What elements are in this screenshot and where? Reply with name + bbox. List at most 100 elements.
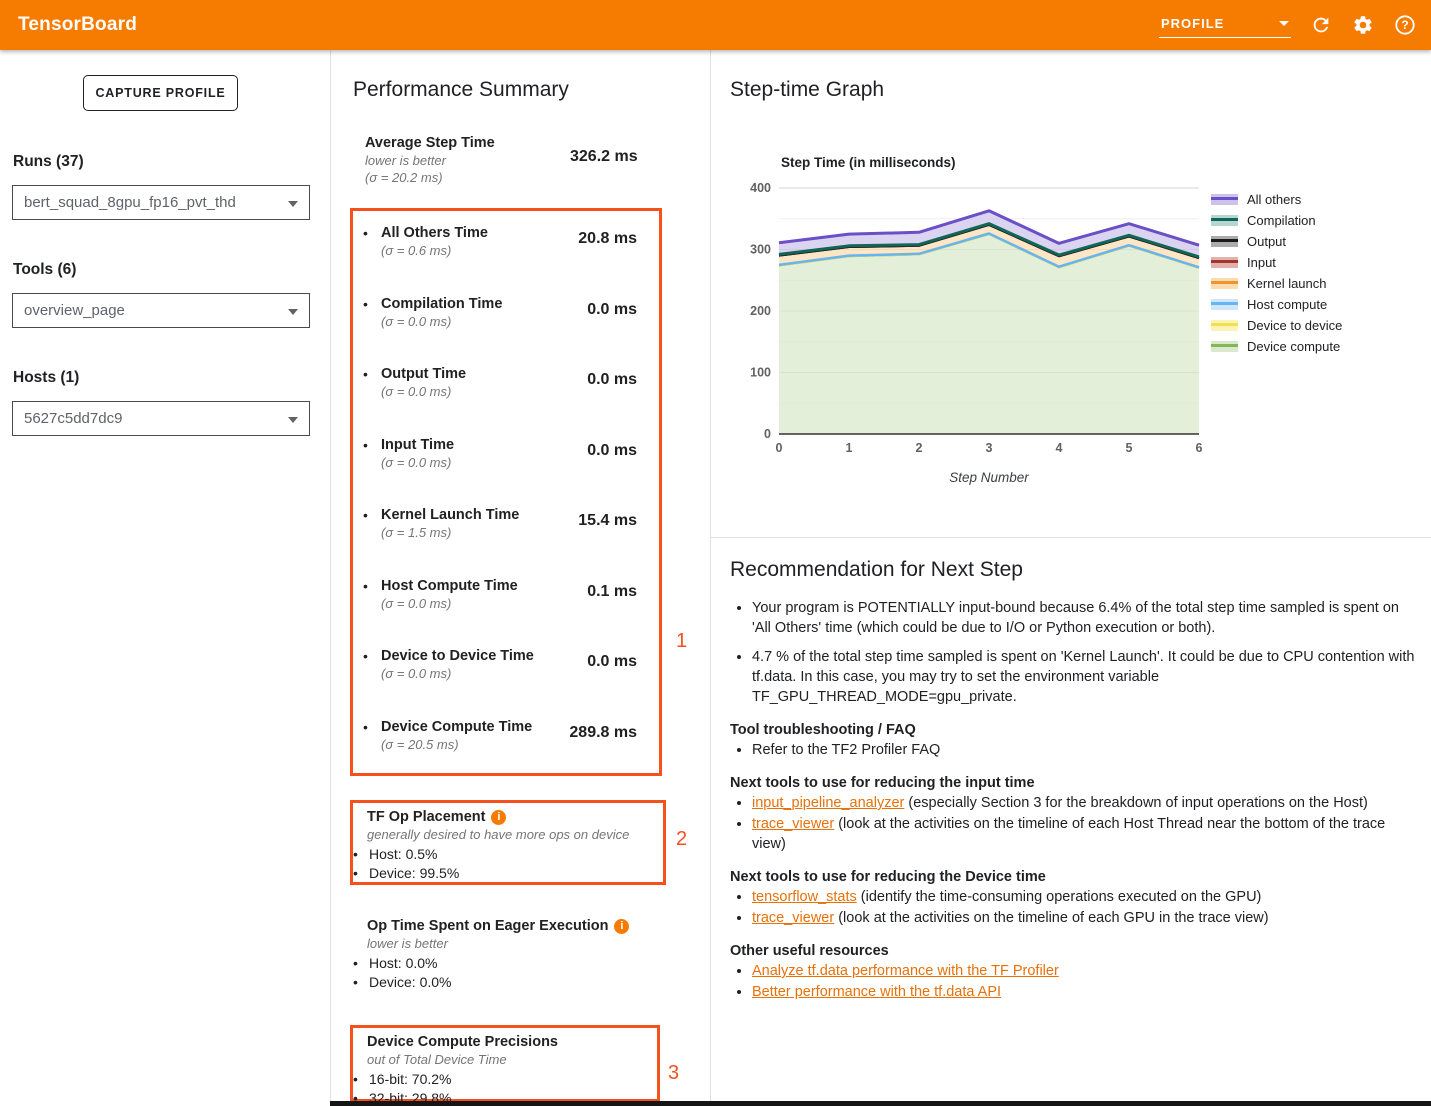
tf-op-placement-section: TF Op Placement i generally desired to h… (353, 808, 653, 883)
svg-text:300: 300 (750, 243, 771, 257)
trace-viewer-link[interactable]: trace_viewer (752, 910, 834, 926)
step-time-chart[interactable]: 01002003004000123456Step Number (741, 176, 1211, 496)
legend-label: Host compute (1247, 297, 1327, 312)
legend-label: Output (1247, 234, 1286, 249)
app-header: TensorBoard PROFILE ? (0, 0, 1431, 50)
metric-sigma: (σ = 0.0 ms) (381, 665, 581, 682)
metric-value: 20.8 ms (566, 224, 651, 282)
capture-profile-button[interactable]: CAPTURE PROFILE (83, 75, 238, 111)
annotation-number-1: 1 (676, 630, 687, 653)
tool-item: input_pipeline_analyzer (especially Sect… (752, 793, 1420, 813)
precision-16bit: 16-bit: 70.2% (369, 1070, 452, 1089)
metric-sigma: (σ = 0.0 ms) (381, 595, 566, 612)
tool-item-text: (look at the activities on the timeline … (834, 910, 1268, 926)
precisions-note: out of Total Device Time (353, 1051, 653, 1068)
metric-row: • Device to Device Time (σ = 0.0 ms) 0.0… (353, 634, 659, 705)
tool-item: trace_viewer (look at the activities on … (752, 908, 1420, 928)
tf-op-placement-note: generally desired to have more ops on de… (353, 826, 653, 843)
tool-item-text: (especially Section 3 for the breakdown … (904, 795, 1367, 811)
tensorboard-page: TensorBoard PROFILE ? CAPTURE PROFILE Ru… (0, 0, 1431, 1106)
bullet: • (363, 577, 381, 635)
legend-swatch (1211, 341, 1238, 352)
svg-text:0: 0 (776, 441, 783, 455)
metric-row: • All Others Time (σ = 0.6 ms) 20.8 ms (353, 211, 659, 282)
chart-legend: All others Compilation Output Input Kernel l… (1211, 189, 1342, 357)
tfdata-profiler-link[interactable]: Analyze tf.data performance with the TF … (752, 963, 1059, 979)
metric-name: Output Time (381, 365, 566, 383)
bullet: • (363, 647, 381, 705)
svg-text:2: 2 (916, 441, 923, 455)
bullet: • (353, 845, 369, 864)
metric-row: • Device Compute Time (σ = 20.5 ms) 289.… (353, 705, 659, 776)
header-controls: PROFILE ? (1159, 0, 1417, 50)
tool-item-text: (identify the time-consuming operations … (857, 889, 1262, 905)
trace-viewer-link[interactable]: trace_viewer (752, 816, 834, 832)
bullet: • (353, 954, 369, 973)
input-tools-heading: Next tools to use for reducing the input… (730, 775, 1420, 791)
metric-sigma: (σ = 20.5 ms) (381, 736, 566, 753)
recommendation-bullet: 4.7 % of the total step time sampled is … (752, 647, 1420, 707)
bullet: • (363, 295, 381, 353)
tool-item: trace_viewer (look at the activities on … (752, 814, 1420, 854)
metric-name: Average Step Time (365, 134, 570, 152)
hosts-label: Hosts (1) (13, 369, 79, 387)
metric-name: All Others Time (381, 224, 566, 242)
legend-item: Device to device (1211, 315, 1342, 336)
legend-label: All others (1247, 192, 1301, 207)
hosts-select[interactable]: 5627c5dd7dc9 (12, 401, 310, 436)
bullet: • (353, 864, 369, 883)
input-pipeline-analyzer-link[interactable]: input_pipeline_analyzer (752, 795, 904, 811)
tensorflow-stats-link[interactable]: tensorflow_stats (752, 889, 857, 905)
runs-select[interactable]: bert_squad_8gpu_fp16_pvt_thd (12, 185, 310, 220)
faq-heading: Tool troubleshooting / FAQ (730, 722, 1420, 738)
resources-heading: Other useful resources (730, 943, 1420, 959)
info-icon[interactable]: i (614, 919, 629, 934)
settings-gear-icon[interactable] (1351, 13, 1375, 37)
metric-row: • Compilation Time (σ = 0.0 ms) 0.0 ms (353, 282, 659, 353)
precisions-title: Device Compute Precisions (367, 1033, 558, 1051)
performance-summary-title: Performance Summary (353, 78, 569, 102)
metric-name: Kernel Launch Time (381, 506, 566, 524)
dashboard-select-value: PROFILE (1161, 16, 1224, 31)
resource-item: Analyze tf.data performance with the TF … (752, 961, 1420, 981)
metric-value: 0.0 ms (566, 365, 651, 423)
tools-select[interactable]: overview_page (12, 293, 310, 328)
main-divider (710, 50, 711, 1106)
metric-row: • Kernel Launch Time (σ = 1.5 ms) 15.4 m… (353, 493, 659, 564)
metric-row: • Output Time (σ = 0.0 ms) 0.0 ms (353, 352, 659, 423)
eager-execution-section: Op Time Spent on Eager Execution i lower… (353, 917, 653, 992)
svg-text:4: 4 (1056, 441, 1063, 455)
tfdata-api-link[interactable]: Better performance with the tf.data API (752, 984, 1001, 1000)
info-icon[interactable]: i (491, 810, 506, 825)
bullet: • (363, 506, 381, 564)
help-icon[interactable]: ? (1393, 13, 1417, 37)
svg-text:Step Number: Step Number (949, 470, 1029, 485)
legend-item: Kernel launch (1211, 273, 1342, 294)
metric-sigma: (σ = 1.5 ms) (381, 524, 566, 541)
eager-host: Host: 0.0% (369, 954, 437, 973)
annotation-number-2: 2 (676, 828, 687, 851)
svg-text:5: 5 (1126, 441, 1133, 455)
metric-value: 15.4 ms (566, 506, 651, 564)
legend-label: Input (1247, 255, 1276, 270)
sidebar: CAPTURE PROFILE Runs (37) bert_squad_8gp… (0, 50, 330, 1106)
tools-label: Tools (6) (13, 261, 76, 279)
eager-device: Device: 0.0% (369, 973, 451, 992)
bullet: • (363, 436, 381, 494)
reload-icon[interactable] (1309, 13, 1333, 37)
step-time-graph-title: Step-time Graph (730, 78, 884, 102)
legend-item: Device compute (1211, 336, 1342, 357)
recommendation-title: Recommendation for Next Step (730, 558, 1420, 582)
recommendation-section: Recommendation for Next Step Your progra… (730, 558, 1420, 1003)
metric-row: • Input Time (σ = 0.0 ms) 0.0 ms (353, 423, 659, 494)
legend-label: Compilation (1247, 213, 1316, 228)
tools-select-value: overview_page (24, 302, 125, 319)
metric-name: Input Time (381, 436, 566, 454)
app-title: TensorBoard (18, 14, 137, 36)
dashboard-select[interactable]: PROFILE (1159, 12, 1291, 38)
metric-sigma: (σ = 20.2 ms) (365, 169, 570, 186)
performance-summary-panel: Performance Summary Average Step Time lo… (331, 50, 710, 1106)
legend-item: All others (1211, 189, 1342, 210)
resource-item: Better performance with the tf.data API (752, 982, 1420, 1002)
legend-swatch (1211, 320, 1238, 331)
